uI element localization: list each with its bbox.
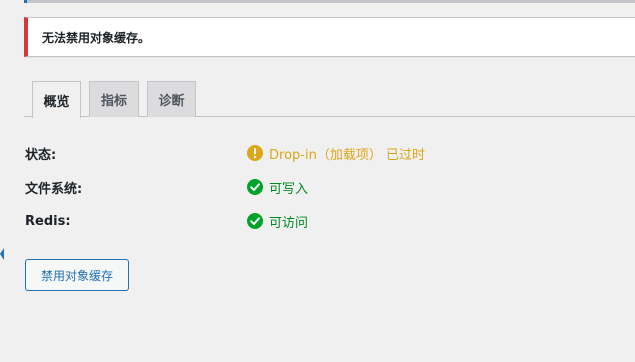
accent-mark (24, 0, 27, 3)
status-value: Drop-in（加载项） 已过时 (247, 144, 425, 163)
error-notice: 无法禁用对象缓存。 (24, 17, 635, 57)
top-divider (24, 0, 635, 3)
filesystem-label: 文件系统: (25, 181, 83, 197)
filesystem-value-text: 可写入 (269, 181, 309, 197)
tab-overview[interactable]: 概览 (32, 81, 81, 118)
status-value-text: Drop-in（加载项） 已过时 (269, 147, 425, 163)
filesystem-row: 文件系统: 可写入 (25, 176, 308, 198)
checkmark-icon (247, 179, 263, 195)
redis-value-text: 可访问 (269, 215, 309, 231)
tab-metrics[interactable]: 指标 (89, 81, 139, 117)
filesystem-value: 可写入 (247, 178, 308, 197)
tab-diagnostics[interactable]: 诊断 (147, 81, 196, 117)
notice-text: 无法禁用对象缓存。 (42, 30, 151, 45)
redis-label: Redis: (25, 213, 71, 229)
status-row: 状态: Drop-in（加载项） 已过时 (25, 142, 425, 164)
redis-value: 可访问 (247, 212, 308, 231)
status-label: 状态: (25, 147, 57, 163)
exclamation-icon (247, 145, 263, 161)
chevron-left-icon[interactable] (0, 244, 4, 264)
checkmark-icon (247, 213, 263, 229)
redis-row: Redis: 可访问 (25, 210, 308, 232)
tab-bar: 概览 指标 诊断 (24, 80, 635, 118)
disable-object-cache-button[interactable]: 禁用对象缓存 (25, 259, 129, 291)
